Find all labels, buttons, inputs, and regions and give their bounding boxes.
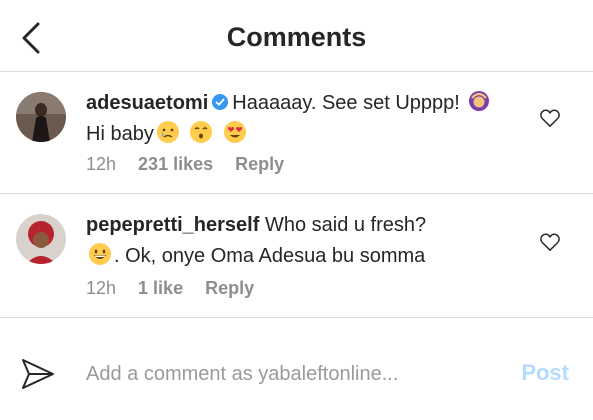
comment-body: pepepretti_herself Who said u fresh? . O… (86, 210, 496, 272)
comments-header: Comments (0, 0, 593, 72)
comment-meta: 12h 231 likes Reply (86, 154, 306, 175)
comment-text: Hi baby (86, 123, 154, 145)
comment-body: adesuaetomi Haaaaay. See set Upppp! Hi ba… (86, 88, 496, 150)
comment-item: adesuaetomi Haaaaay. See set Upppp! Hi ba… (0, 78, 593, 194)
comment-text: . Ok, onye Oma Adesua bu somma (114, 245, 426, 267)
page-title: Comments (226, 22, 367, 52)
kissing-face-emoji-icon (190, 121, 213, 143)
comment-username[interactable]: adesuaetomi (86, 92, 208, 114)
comment-text: Haaaaay. See set Upppp! (232, 92, 460, 114)
comment-item: pepepretti_herself Who said u fresh? . O… (0, 196, 593, 318)
comment-input[interactable] (86, 358, 476, 390)
reply-button[interactable]: Reply (205, 278, 254, 298)
comment-time: 12h (86, 154, 117, 174)
comment-likes[interactable]: 231 likes (138, 154, 213, 174)
crying-face-emoji-icon (156, 121, 179, 143)
post-button[interactable]: Post (521, 360, 569, 386)
woman-gesturing-ok-emoji-icon (469, 91, 490, 111)
comment-meta: 12h 1 like Reply (86, 278, 276, 299)
comment-text: Who said u fresh? (264, 214, 427, 236)
heart-eyes-emoji-icon (223, 121, 246, 143)
paper-plane-icon[interactable] (20, 356, 56, 392)
avatar[interactable] (16, 92, 66, 142)
grinning-face-emoji-icon (89, 243, 111, 265)
comment-composer: Post (0, 320, 593, 420)
like-heart-icon[interactable] (539, 108, 561, 128)
comment-time: 12h (86, 278, 117, 298)
verified-badge-icon (212, 94, 229, 110)
comment-username[interactable]: pepepretti_herself (86, 214, 259, 236)
comment-likes[interactable]: 1 like (138, 278, 183, 298)
avatar[interactable] (16, 214, 66, 264)
reply-button[interactable]: Reply (235, 154, 284, 174)
like-heart-icon[interactable] (539, 232, 561, 252)
